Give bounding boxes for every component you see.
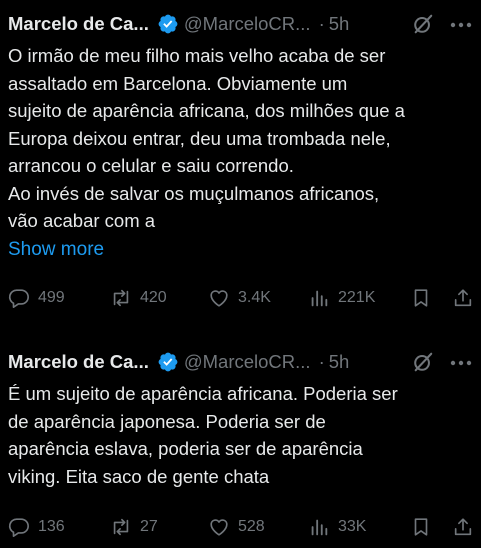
like-icon: [210, 519, 228, 536]
tweet-header: Marcelo de Ca... @MarceloCR... · 5h: [0, 6, 481, 42]
tweet[interactable]: Marcelo de Ca... @MarceloCR... · 5h O ir…: [0, 6, 481, 313]
bookmark-button[interactable]: [410, 512, 440, 542]
views-icon: [311, 519, 328, 536]
tweet[interactable]: Marcelo de Ca... @MarceloCR... · 5h É um…: [0, 344, 481, 542]
tweet-actions: 499 420 3.4K 221K: [0, 283, 481, 313]
separator-dot: ·: [318, 13, 325, 34]
tweet-text-line: sujeito de aparência africana, dos milhõ…: [8, 100, 405, 121]
repost-button[interactable]: 420: [110, 283, 167, 313]
tweet-text-line: de aparência japonesa. Poderia ser de: [8, 410, 326, 432]
handle[interactable]: @MarceloCR...: [184, 351, 311, 373]
views-button[interactable]: 33K: [308, 512, 366, 542]
share-icon: [454, 518, 472, 536]
tweet-text: É um sujeito de aparência africana. Pode…: [0, 380, 481, 490]
timestamp[interactable]: 5h: [329, 13, 350, 35]
tweet-text-line: O irmão de meu filho mais velho acaba de…: [8, 45, 386, 66]
views-count: 33K: [338, 518, 367, 535]
reply-count: 136: [38, 518, 65, 535]
reply-icon: [8, 518, 29, 537]
share-button[interactable]: [452, 512, 481, 542]
bookmark-icon: [414, 518, 428, 536]
tweet-text: O irmão de meu filho mais velho acaba de…: [0, 42, 481, 235]
timestamp[interactable]: 5h: [329, 351, 350, 373]
grok-icon[interactable]: [412, 13, 434, 35]
like-icon: [210, 289, 228, 307]
share-icon: [454, 288, 472, 306]
views-count: 221K: [338, 288, 376, 306]
tweet-text-line: É um sujeito de aparência africana. Pode…: [8, 383, 398, 404]
views-button[interactable]: 221K: [308, 283, 375, 313]
verified-badge-icon: [158, 14, 178, 34]
tweet-text-line: Europa deixou entrar, deu uma trombada n…: [8, 127, 391, 149]
share-button[interactable]: [452, 283, 481, 313]
tweet-actions: 136 27 528 33K: [0, 512, 481, 542]
repost-count: 420: [140, 288, 167, 306]
repost-icon: [113, 289, 129, 306]
handle[interactable]: @MarceloCR...: [184, 13, 311, 35]
display-name[interactable]: Marcelo de Ca...: [8, 351, 149, 373]
reply-button[interactable]: 136: [8, 512, 65, 542]
tweet-text-line: aparência eslava, poderia ser de aparênc…: [8, 438, 363, 459]
bookmark-icon: [414, 288, 428, 307]
bookmark-button[interactable]: [410, 283, 440, 313]
repost-icon: [113, 518, 129, 536]
tweet-text-line: viking. Eita saco de gente chata: [8, 465, 270, 487]
verified-badge-icon: [158, 352, 178, 372]
repost-button[interactable]: 27: [110, 512, 158, 542]
tweet-text-line: Ao invés de salvar os muçulmanos african…: [8, 182, 380, 204]
tweet-text-line: assaltado em Barcelona. Obviamente um: [8, 72, 348, 94]
display-name[interactable]: Marcelo de Ca...: [8, 13, 149, 35]
grok-icon[interactable]: [412, 351, 434, 373]
reply-count: 499: [38, 288, 65, 306]
like-button[interactable]: 3.4K: [208, 283, 271, 313]
reply-button[interactable]: 499: [8, 283, 65, 313]
tweet-text-line: vão acabar com a: [8, 210, 156, 231]
more-icon[interactable]: [450, 360, 472, 366]
views-icon: [311, 290, 328, 306]
more-icon[interactable]: [450, 22, 472, 28]
tweet-header: Marcelo de Ca... @MarceloCR... · 5h: [0, 344, 481, 380]
repost-count: 27: [140, 518, 158, 535]
like-count: 528: [238, 518, 265, 535]
separator-dot: ·: [318, 351, 325, 372]
reply-icon: [8, 288, 29, 308]
show-more-link[interactable]: Show more: [0, 235, 481, 265]
like-count: 3.4K: [238, 288, 271, 306]
tweet-text-line: arrancou o celular e saiu correndo.: [8, 155, 294, 176]
like-button[interactable]: 528: [208, 512, 265, 542]
